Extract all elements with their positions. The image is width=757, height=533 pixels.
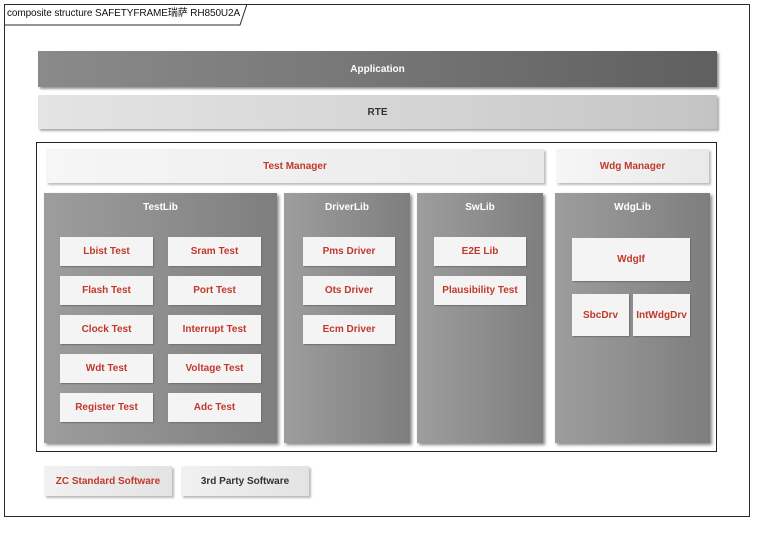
plausibility-test-block[interactable]: Plausibility Test <box>434 276 526 305</box>
wdgif-block[interactable]: WdgIf <box>572 238 690 281</box>
sbcdrv-block[interactable]: SbcDrv <box>572 294 629 336</box>
swlib-block[interactable]: SwLib E2E Lib Plausibility Test <box>417 193 543 443</box>
application-layer[interactable]: Application <box>38 51 717 87</box>
voltage-test-block[interactable]: Voltage Test <box>168 354 261 383</box>
rte-layer[interactable]: RTE <box>38 95 717 129</box>
ecm-driver-block[interactable]: Ecm Driver <box>303 315 395 344</box>
wdg-manager-block[interactable]: Wdg Manager <box>556 149 709 183</box>
port-test-block[interactable]: Port Test <box>168 276 261 305</box>
wdglib-block[interactable]: WdgLib WdgIf SbcDrv IntWdgDrv <box>555 193 710 443</box>
e2e-lib-block[interactable]: E2E Lib <box>434 237 526 266</box>
legend-3rd-party-software: 3rd Party Software <box>181 466 309 496</box>
pms-driver-block[interactable]: Pms Driver <box>303 237 395 266</box>
driverlib-title: DriverLib <box>325 201 369 213</box>
ots-driver-block[interactable]: Ots Driver <box>303 276 395 305</box>
adc-test-block[interactable]: Adc Test <box>168 393 261 422</box>
legend-zc-standard-software: ZC Standard Software <box>44 466 172 496</box>
frame-title: composite structure SAFETYFRAME瑞萨 RH850U… <box>7 8 241 19</box>
driverlib-block[interactable]: DriverLib Pms Driver Ots Driver Ecm Driv… <box>284 193 410 443</box>
testlib-block[interactable]: TestLib Lbist Test Sram Test Flash Test … <box>44 193 277 443</box>
wdglib-title: WdgLib <box>614 201 651 213</box>
interrupt-test-block[interactable]: Interrupt Test <box>168 315 261 344</box>
testlib-title: TestLib <box>143 201 178 213</box>
clock-test-block[interactable]: Clock Test <box>60 315 153 344</box>
intwdgdrv-block[interactable]: IntWdgDrv <box>633 294 690 336</box>
test-manager-block[interactable]: Test Manager <box>46 149 544 183</box>
lbist-test-block[interactable]: Lbist Test <box>60 237 153 266</box>
swlib-title: SwLib <box>465 201 495 213</box>
flash-test-block[interactable]: Flash Test <box>60 276 153 305</box>
register-test-block[interactable]: Register Test <box>60 393 153 422</box>
wdt-test-block[interactable]: Wdt Test <box>60 354 153 383</box>
sram-test-block[interactable]: Sram Test <box>168 237 261 266</box>
